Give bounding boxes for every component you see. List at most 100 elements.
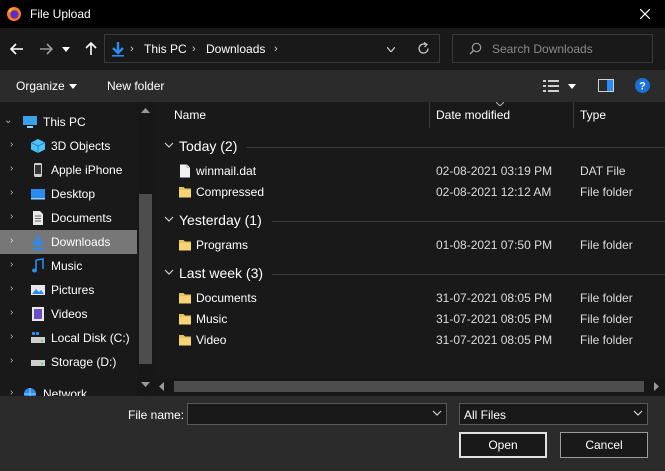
group-header-yesterday[interactable]: Yesterday (1) [154,210,665,232]
expand-arrow-icon[interactable]: ⌄ [4,116,14,126]
refresh-icon[interactable] [417,42,430,55]
scroll-left-icon[interactable] [159,382,164,391]
network-icon [24,388,36,396]
sidebar-item-label: Music [51,259,83,273]
column-header-label: Name [174,108,207,122]
expand-arrow-icon[interactable]: › [10,260,20,270]
sidebar-item-label: Apple iPhone [51,163,123,177]
sidebar-item-local-disk-c[interactable]: › Local Disk (C:) [0,326,137,350]
sidebar-item-apple-iphone[interactable]: › Apple iPhone [0,158,137,182]
sidebar-item-videos[interactable]: › Videos [0,302,137,326]
new-folder-button[interactable]: New folder [107,79,164,93]
group-label: Yesterday (1) [179,212,262,228]
expand-arrow-icon[interactable]: › [10,388,20,397]
search-input[interactable]: Search Downloads [492,42,593,56]
expand-arrow-icon[interactable]: › [10,284,20,294]
column-header-name[interactable]: Name [154,102,430,128]
breadcrumb-downloads[interactable]: Downloads [206,42,265,56]
column-header-date-modified[interactable]: Date modified [430,102,574,128]
file-date: 02-08-2021 12:12 AM [436,185,552,199]
sidebar-item-storage-d[interactable]: › Storage (D:) [0,350,137,374]
expand-arrow-icon[interactable]: › [10,308,20,318]
search-box[interactable]: Search Downloads [452,34,653,63]
file-row[interactable]: Documents 31-07-2021 08:05 PM File folde… [154,288,665,309]
cancel-button[interactable]: Cancel [560,432,648,458]
file-row[interactable]: Programs 01-08-2021 07:50 PM File folder [154,235,665,256]
group-header-last-week[interactable]: Last week (3) [154,263,665,285]
file-row[interactable]: Compressed 02-08-2021 12:12 AM File fold… [154,182,665,203]
sidebar-item-documents[interactable]: › Documents [0,206,137,230]
organize-button[interactable]: Organize [16,79,65,93]
file-row[interactable]: winmail.dat 02-08-2021 03:19 PM DAT File [154,161,665,182]
chevron-down-icon[interactable] [387,47,395,52]
chevron-down-icon[interactable] [432,408,442,418]
file-type: File folder [580,333,633,347]
svg-text:?: ? [639,81,646,93]
file-name: Compressed [196,185,265,199]
breadcrumb-this-pc[interactable]: This PC [144,42,187,56]
sidebar-item-label: Network [43,387,88,396]
breadcrumb-chevron-icon: › [274,43,278,55]
expand-arrow-icon[interactable]: › [10,356,20,366]
scrollbar-thumb[interactable] [174,381,644,392]
window-title: File Upload [30,7,91,21]
sidebar-item-desktop[interactable]: › Desktop [0,182,137,206]
pictures-icon [31,285,45,295]
scroll-up-icon[interactable] [141,108,150,113]
phone-icon [34,163,42,177]
sidebar-item-label: Pictures [51,283,95,297]
chevron-down-icon [164,269,174,275]
sidebar-item-label: Downloads [51,235,111,249]
expand-arrow-icon[interactable]: › [10,236,20,246]
sidebar-item-label: This PC [43,115,86,129]
expand-arrow-icon[interactable]: › [10,188,20,198]
help-icon[interactable]: ? [635,78,650,93]
sidebar-item-pictures[interactable]: › Pictures [0,278,137,302]
expand-arrow-icon[interactable]: › [10,164,20,174]
file-row[interactable]: Music 31-07-2021 08:05 PM File folder [154,309,665,330]
file-date: 31-07-2021 08:05 PM [436,312,553,326]
file-row[interactable]: Video 31-07-2021 08:05 PM File folder [154,330,665,351]
downloads-icon [32,235,44,250]
documents-icon [33,211,43,225]
title-bar: File Upload [0,0,665,28]
forward-button[interactable] [35,38,57,60]
file-list-horizontal-scrollbar[interactable] [154,378,665,395]
expand-arrow-icon[interactable]: › [10,332,20,342]
file-type-filter[interactable]: All Files [459,403,648,425]
recent-locations-button[interactable] [59,38,73,60]
sidebar-item-3d-objects[interactable]: › 3D Objects [0,134,137,158]
address-bar[interactable]: › This PC › Downloads › [104,34,440,63]
navigation-pane-scrollbar[interactable] [137,102,154,396]
sort-chevron-icon [496,102,504,106]
back-button[interactable] [6,38,28,60]
close-button[interactable] [625,0,665,28]
chevron-down-icon[interactable] [568,84,576,89]
file-name: winmail.dat [196,164,257,178]
chevron-down-icon [164,216,174,222]
open-button[interactable]: Open [459,432,547,458]
group-header-today[interactable]: Today (2) [154,136,665,158]
breadcrumb-chevron-icon: › [130,43,134,55]
firefox-icon [7,7,21,21]
view-options-icon[interactable] [543,80,559,92]
local-disk-icon [31,332,45,343]
search-icon [469,42,482,55]
file-date: 02-08-2021 03:19 PM [436,164,553,178]
group-label: Today (2) [179,138,238,154]
sidebar-item-downloads[interactable]: › Downloads [0,230,137,254]
sidebar-item-network[interactable]: › Network [0,382,137,396]
scroll-down-icon[interactable] [141,382,150,387]
sidebar-item-this-pc[interactable]: ⌄ This PC [0,110,137,134]
file-name-input[interactable] [187,403,447,425]
expand-arrow-icon[interactable]: › [10,212,20,222]
file-name-label: File name: [128,408,185,422]
sidebar-item-music[interactable]: › Music [0,254,137,278]
file-type: File folder [580,238,633,252]
up-button[interactable] [80,38,102,60]
expand-arrow-icon[interactable]: › [10,140,20,150]
preview-pane-icon[interactable] [598,79,614,92]
scrollbar-thumb[interactable] [139,194,152,364]
column-header-type[interactable]: Type [574,102,665,128]
scroll-right-icon[interactable] [654,382,659,391]
